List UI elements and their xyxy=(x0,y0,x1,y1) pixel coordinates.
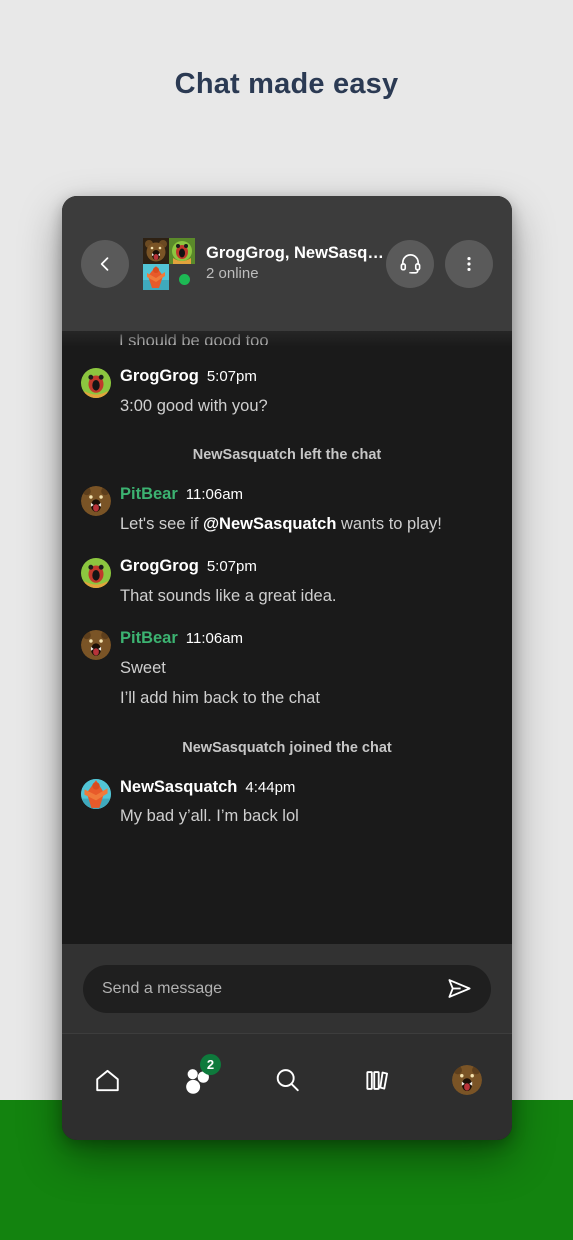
chat-online-count: 2 online xyxy=(206,264,259,282)
message-row: PitBear 11:06am Sweet I’ll add him back … xyxy=(81,629,493,709)
bear-avatar-icon xyxy=(452,1065,482,1095)
group-avatar-stack[interactable] xyxy=(143,237,195,290)
avatar[interactable] xyxy=(81,778,111,809)
message-author: PitBear xyxy=(120,629,178,648)
message-author: PitBear xyxy=(120,485,178,504)
more-vertical-icon xyxy=(459,254,479,274)
message-row: NewSasquatch 4:44pm My bad y’all. I’m ba… xyxy=(81,778,493,828)
avatar-sasquatch xyxy=(143,263,169,290)
message-text: My bad y’all. I’m back lol xyxy=(120,807,299,826)
chat-title: GrogGrog, NewSasq… xyxy=(206,244,384,263)
avatar[interactable] xyxy=(81,630,111,661)
message-timestamp: 4:44pm xyxy=(245,778,296,796)
message-meta: PitBear 11:06am xyxy=(120,629,493,649)
message-meta: GrogGrog 5:07pm xyxy=(120,557,493,577)
message-body: GrogGrog 5:07pm That sounds like a great… xyxy=(120,557,493,607)
message-text-pre: Let's see if xyxy=(120,514,203,533)
nav-profile[interactable] xyxy=(422,1058,512,1102)
message-timestamp: 5:07pm xyxy=(206,558,257,576)
message-meta: NewSasquatch 4:44pm xyxy=(120,778,493,798)
message-text: I’ll add him back to the chat xyxy=(120,689,320,708)
avatar[interactable] xyxy=(81,486,111,517)
message-body: NewSasquatch 4:44pm My bad y’all. I’m ba… xyxy=(120,778,493,828)
back-button[interactable] xyxy=(81,239,129,288)
home-icon xyxy=(93,1066,122,1095)
message-row: GrogGrog 5:07pm 3:00 good with you? xyxy=(81,367,493,417)
nav-home[interactable] xyxy=(62,1058,152,1102)
message-body: PitBear 11:06am Let's see if @NewSasquat… xyxy=(120,485,493,535)
message-input[interactable] xyxy=(102,979,444,998)
message-list[interactable]: I should be good too GrogGrog 5:07pm 3:0… xyxy=(62,331,512,944)
send-icon xyxy=(446,975,473,1002)
page-title: Chat made easy xyxy=(174,68,399,100)
chat-header-actions xyxy=(386,239,493,288)
message-text: That sounds like a great idea. xyxy=(120,586,337,605)
avatar-bear xyxy=(143,237,169,264)
avatar[interactable] xyxy=(81,558,111,589)
system-message: NewSasquatch left the chat xyxy=(192,447,382,464)
send-button[interactable] xyxy=(444,975,475,1002)
message-author: GrogGrog xyxy=(120,367,199,385)
message-text: Sweet xyxy=(120,658,166,677)
message-row: GrogGrog 5:07pm That sounds like a great… xyxy=(81,557,493,607)
message-timestamp: 5:07pm xyxy=(206,368,257,385)
headset-icon xyxy=(399,252,422,275)
message-row: PitBear 11:06am Let's see if @NewSasquat… xyxy=(81,485,493,535)
message-body: GrogGrog 5:07pm 3:00 good with you? xyxy=(120,367,493,417)
message-meta: PitBear 11:06am xyxy=(120,485,493,505)
message-composer xyxy=(62,944,512,1033)
avatar[interactable] xyxy=(81,368,111,398)
clipped-message-top: I should be good too xyxy=(119,332,269,345)
user-mention[interactable]: @NewSasquatch xyxy=(203,515,336,533)
message-body: PitBear 11:06am Sweet I’ll add him back … xyxy=(120,629,493,709)
system-message: NewSasquatch joined the chat xyxy=(182,739,392,756)
message-text-post: wants to play! xyxy=(336,514,442,533)
composer-field[interactable] xyxy=(83,964,491,1013)
message-author: GrogGrog xyxy=(120,557,199,576)
message-text: 3:00 good with you? xyxy=(120,396,268,415)
message-timestamp: 11:06am xyxy=(185,486,244,504)
phone-mockup-card: GrogGrog, NewSasq… 2 online I should be … xyxy=(62,196,512,1140)
more-options-button[interactable] xyxy=(445,239,493,288)
nav-people[interactable]: 2 xyxy=(152,1054,242,1102)
search-icon xyxy=(273,1066,302,1095)
nav-search[interactable] xyxy=(242,1058,332,1102)
start-call-button[interactable] xyxy=(386,239,434,288)
chat-header: GrogGrog, NewSasq… 2 online xyxy=(62,196,512,347)
message-timestamp: 11:06am xyxy=(185,630,244,648)
bottom-navigation: 2 xyxy=(62,1033,512,1140)
chat-header-text[interactable]: GrogGrog, NewSasq… 2 online xyxy=(206,243,386,283)
nav-people-badge: 2 xyxy=(200,1054,221,1075)
library-icon xyxy=(363,1066,392,1095)
chevron-left-icon xyxy=(95,254,115,274)
message-meta: GrogGrog 5:07pm xyxy=(120,367,493,387)
message-text: Let's see if @NewSasquatch wants to play… xyxy=(120,513,493,535)
message-author: NewSasquatch xyxy=(120,777,238,796)
avatar-grog xyxy=(169,237,195,264)
online-status-dot xyxy=(179,273,190,285)
nav-library[interactable] xyxy=(332,1058,422,1102)
